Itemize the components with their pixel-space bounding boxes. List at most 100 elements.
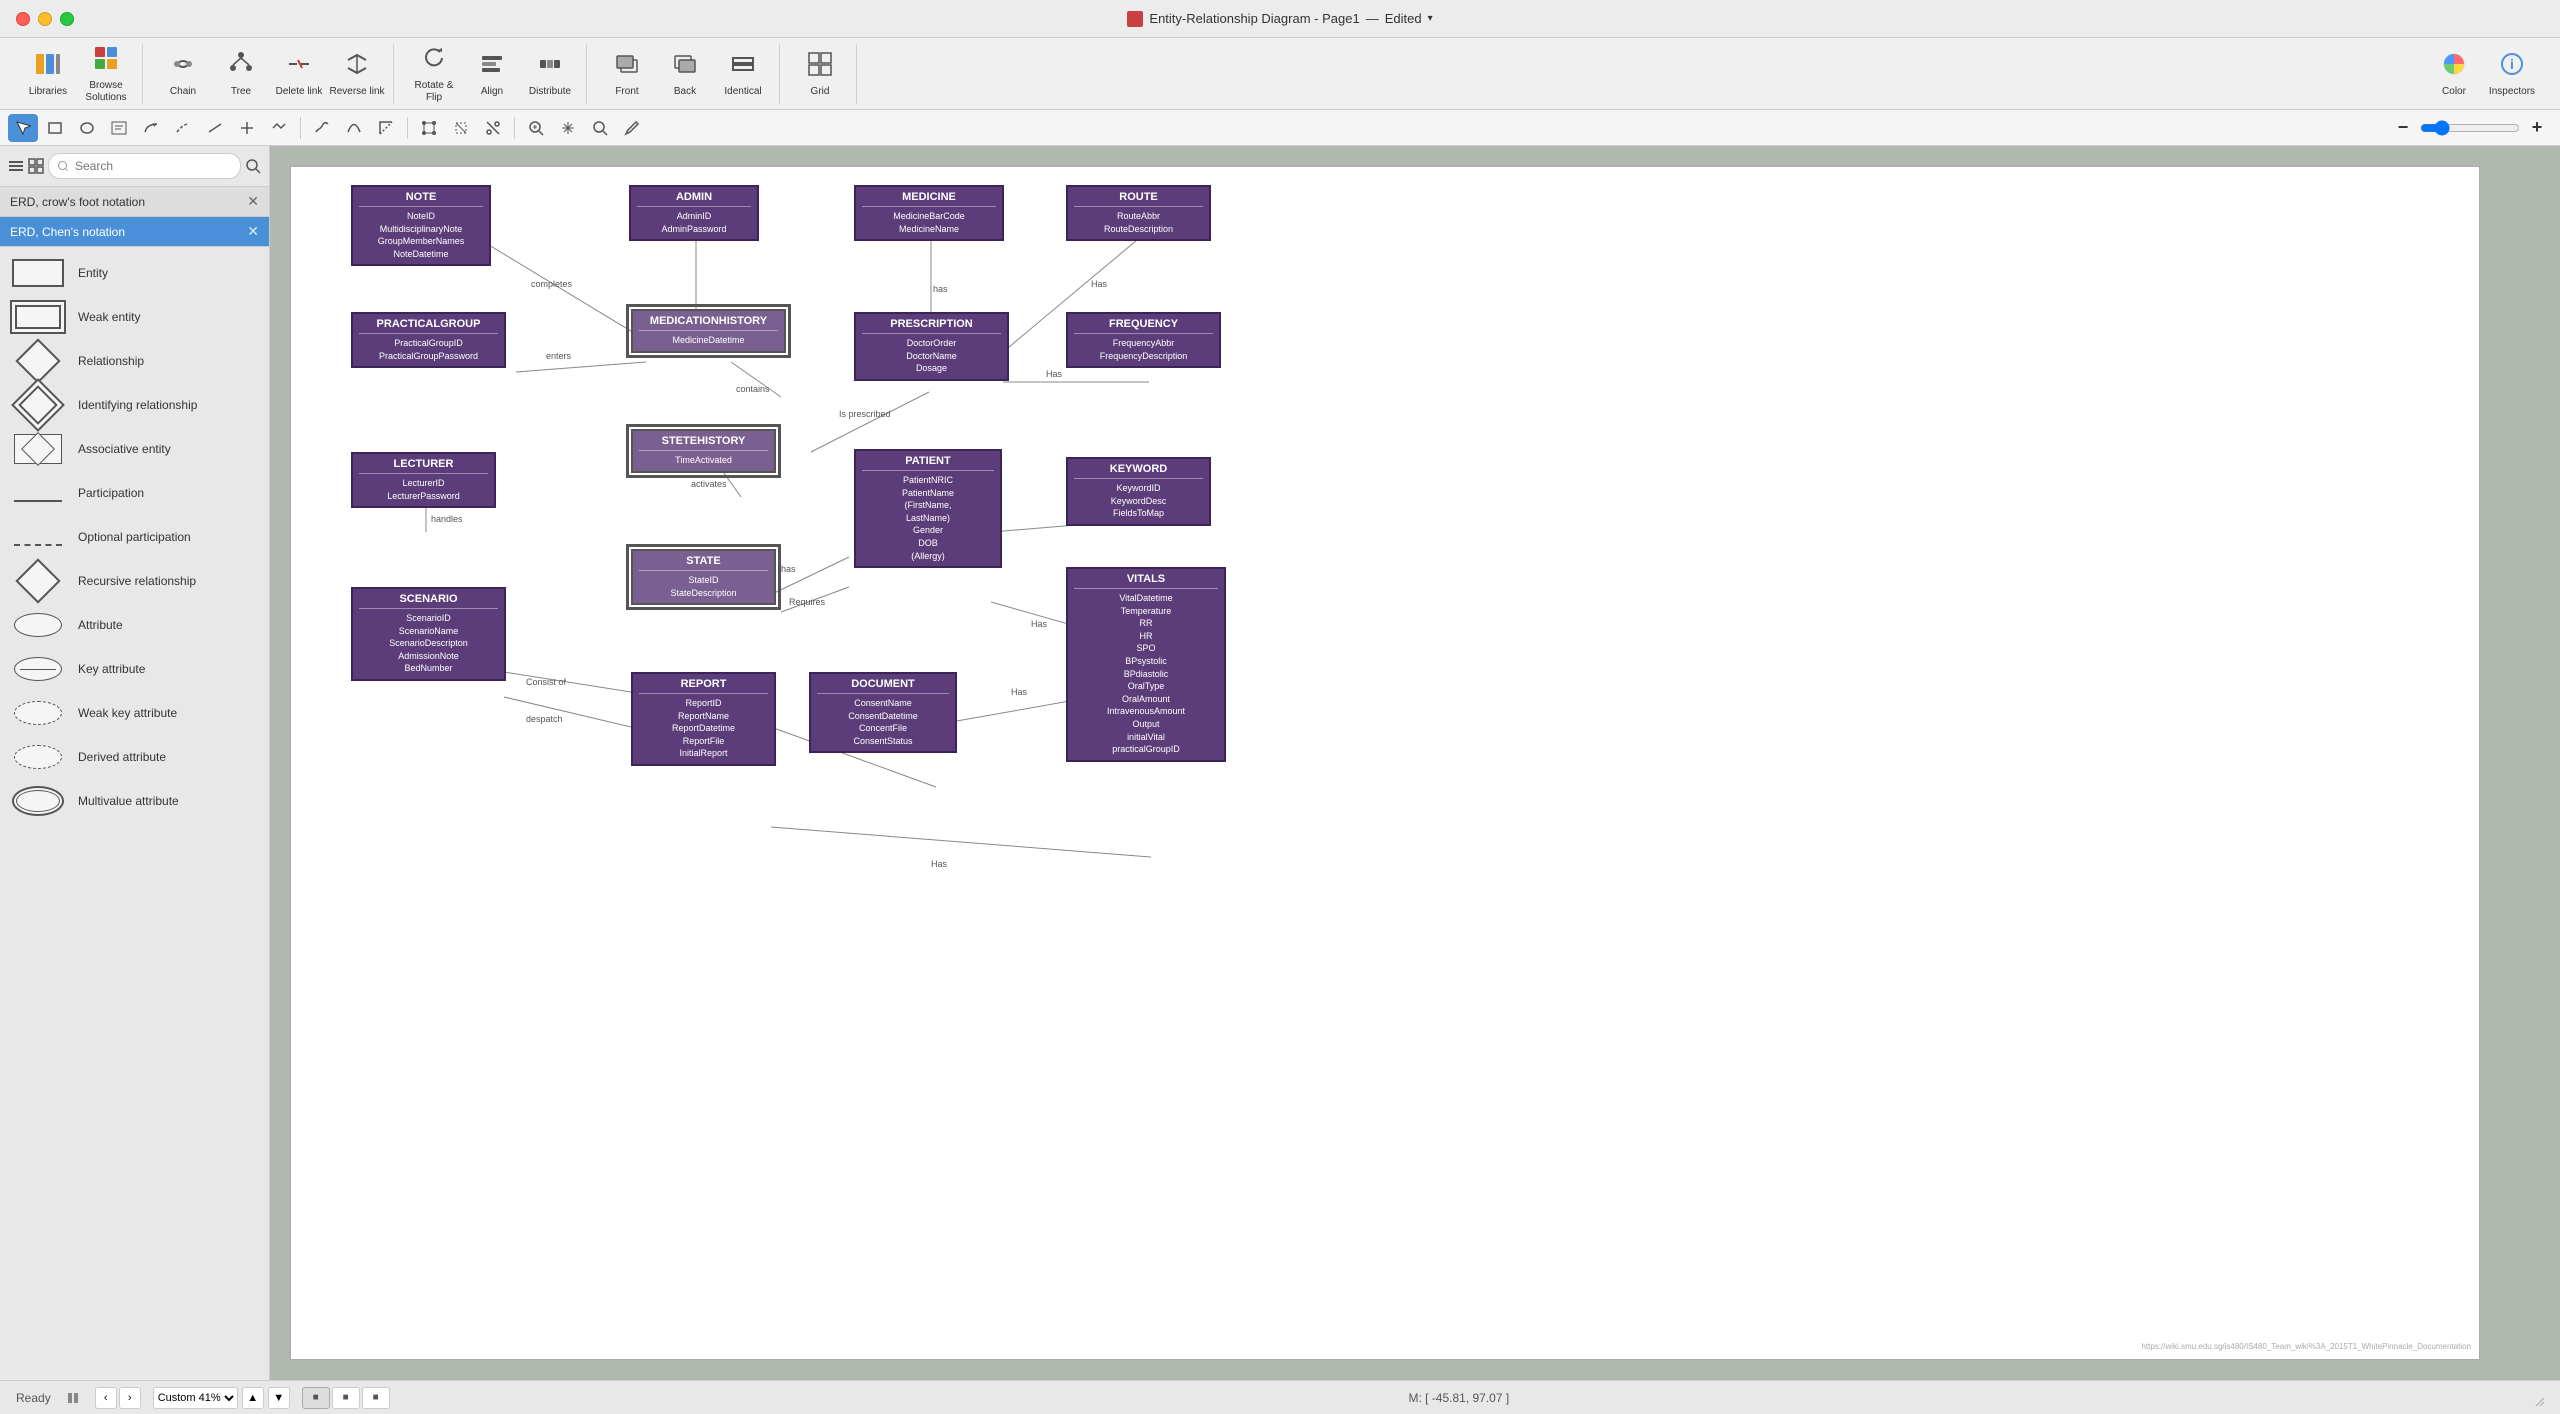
reshape-tool[interactable] — [414, 114, 444, 142]
shape-item-identifying-relationship[interactable]: Identifying relationship — [0, 383, 269, 427]
ready-status: Ready — [16, 1391, 51, 1405]
tools-separator-2 — [407, 117, 408, 139]
entity-route[interactable]: ROUTE RouteAbbrRouteDescription — [1066, 185, 1211, 241]
connector-tool-3[interactable] — [200, 114, 230, 142]
search-button[interactable] — [245, 152, 261, 180]
library-chen-header[interactable]: ERD, Chen's notation ✕ — [0, 217, 269, 247]
tree-button[interactable]: Tree — [213, 44, 269, 104]
back-button[interactable]: Back — [657, 44, 713, 104]
entity-keyword[interactable]: KEYWORD KeywordIDKeywordDescFieldsToMap — [1066, 457, 1211, 526]
sidebar-list-view[interactable] — [8, 152, 24, 180]
identical-icon — [729, 50, 757, 82]
rotate-flip-button[interactable]: Rotate & Flip — [406, 44, 462, 104]
chain-button[interactable]: Chain — [155, 44, 211, 104]
entity-prescription[interactable]: PRESCRIPTION DoctorOrderDoctorNameDosage — [854, 312, 1009, 381]
select-tool[interactable] — [8, 114, 38, 142]
grid-button[interactable]: Grid — [792, 44, 848, 104]
entity-statehistory[interactable]: STETEHISTORY TimeActivated — [631, 429, 776, 473]
entity-state[interactable]: STATE StateIDStateDescription — [631, 549, 776, 605]
identical-button[interactable]: Identical — [715, 44, 771, 104]
arc-tool[interactable] — [371, 114, 401, 142]
delete-link-button[interactable]: Delete link — [271, 44, 327, 104]
pan-tool[interactable] — [553, 114, 583, 142]
connector-tool-2[interactable] — [168, 114, 198, 142]
entity-medicationhistory[interactable]: MEDICATIONHISTORY MedicineDatetime — [631, 309, 786, 353]
optional-participation-label: Optional participation — [78, 530, 191, 544]
shape-item-weak-key-attribute[interactable]: Weak key attribute — [0, 691, 269, 735]
maximize-button[interactable] — [60, 12, 74, 26]
zoom-slider[interactable] — [2420, 114, 2520, 142]
search-input[interactable] — [48, 153, 241, 179]
bezier-tool[interactable] — [339, 114, 369, 142]
pause-button[interactable] — [63, 1388, 83, 1408]
browse-solutions-button[interactable]: Browse Solutions — [78, 44, 134, 104]
align-button[interactable]: Align — [464, 44, 520, 104]
library-chen-close[interactable]: ✕ — [247, 223, 259, 240]
rect-tool[interactable] — [40, 114, 70, 142]
inspectors-button[interactable]: i Inspectors — [2484, 44, 2540, 104]
resize-handle[interactable] — [2528, 1390, 2544, 1406]
entity-note[interactable]: NOTE NoteIDMultidisciplinaryNoteGroupMem… — [351, 185, 491, 266]
shape-item-attribute[interactable]: Attribute — [0, 603, 269, 647]
reverse-link-button[interactable]: Reverse link — [329, 44, 385, 104]
shape-item-key-attribute[interactable]: Key attribute — [0, 647, 269, 691]
library-crowfoot-header[interactable]: ERD, crow's foot notation ✕ — [0, 187, 269, 217]
svg-text:enters: enters — [546, 351, 572, 361]
freehand-tool[interactable] — [307, 114, 337, 142]
entity-frequency[interactable]: FREQUENCY FrequencyAbbrFrequencyDescript… — [1066, 312, 1221, 368]
zoom-down-button[interactable]: ▼ — [268, 1387, 290, 1409]
shape-item-entity[interactable]: Entity — [0, 251, 269, 295]
entity-practicalgroup[interactable]: PRACTICALGROUP PracticalGroupIDPractical… — [351, 312, 506, 368]
entity-vitals[interactable]: VITALS VitalDatetimeTemperatureRRHRSPOBP… — [1066, 567, 1226, 762]
canvas-area[interactable]: completes has Has enters contains Is pre… — [270, 146, 2560, 1380]
shape-item-associative-entity[interactable]: Associative entity — [0, 427, 269, 471]
page-tab-2[interactable]: ■ — [332, 1387, 360, 1409]
zoom-in-tool[interactable] — [521, 114, 551, 142]
connector-tool-4[interactable] — [232, 114, 262, 142]
entity-medicine[interactable]: MEDICINE MedicineBarCodeMedicineName — [854, 185, 1004, 241]
rotate-flip-icon — [420, 44, 448, 76]
zoom-up-button[interactable]: ▲ — [242, 1387, 264, 1409]
sidebar-grid-view[interactable] — [28, 152, 44, 180]
oval-tool[interactable] — [72, 114, 102, 142]
zoom-select[interactable]: Custom 41% 25% 50% 75% 100% 150% 200% — [153, 1387, 238, 1409]
shape-item-derived-attribute[interactable]: Derived attribute — [0, 735, 269, 779]
svg-text:Requires: Requires — [789, 597, 826, 607]
zoom-in-btn[interactable]: + — [2522, 114, 2552, 142]
color-button[interactable]: Color — [2426, 44, 2482, 104]
shape-item-participation[interactable]: Participation — [0, 471, 269, 515]
shape-item-optional-participation[interactable]: Optional participation — [0, 515, 269, 559]
libraries-button[interactable]: Libraries — [20, 44, 76, 104]
multivalue-attribute-preview — [12, 785, 64, 817]
pen-tool[interactable] — [617, 114, 647, 142]
entity-scenario[interactable]: SCENARIO ScenarioIDScenarioNameScenarioD… — [351, 587, 506, 681]
minimize-button[interactable] — [38, 12, 52, 26]
magnify-tool[interactable] — [585, 114, 615, 142]
entity-admin[interactable]: ADMIN AdminIDAdminPassword — [629, 185, 759, 241]
entity-document[interactable]: DOCUMENT ConsentNameConsentDatetimeConce… — [809, 672, 957, 753]
shape-item-weak-entity[interactable]: Weak entity — [0, 295, 269, 339]
front-button[interactable]: Front — [599, 44, 655, 104]
diagram-canvas[interactable]: completes has Has enters contains Is pre… — [290, 166, 2480, 1360]
crop-tool[interactable] — [446, 114, 476, 142]
prev-page-button[interactable]: ‹ — [95, 1387, 117, 1409]
page-tab-3[interactable]: ■ — [362, 1387, 390, 1409]
cut-tool[interactable] — [478, 114, 508, 142]
close-button[interactable] — [16, 12, 30, 26]
shape-item-recursive-relationship[interactable]: Recursive relationship — [0, 559, 269, 603]
connector-tool-5[interactable] — [264, 114, 294, 142]
page-tab-1[interactable]: ■ — [302, 1387, 330, 1409]
text-tool[interactable] — [104, 114, 134, 142]
entity-patient[interactable]: PATIENT PatientNRICPatientName(FirstName… — [854, 449, 1002, 568]
entity-report[interactable]: REPORT ReportIDReportNameReportDatetimeR… — [631, 672, 776, 766]
next-page-button[interactable]: › — [119, 1387, 141, 1409]
zoom-out-btn[interactable]: − — [2388, 114, 2418, 142]
library-crowfoot-close[interactable]: ✕ — [247, 193, 259, 210]
distribute-button[interactable]: Distribute — [522, 44, 578, 104]
entity-lecturer[interactable]: LECTURER LecturerIDLecturerPassword — [351, 452, 496, 508]
svg-text:Has: Has — [1031, 619, 1048, 629]
shape-item-multivalue-attribute[interactable]: Multivalue attribute — [0, 779, 269, 823]
connector-tool-1[interactable] — [136, 114, 166, 142]
weak-key-attribute-label: Weak key attribute — [78, 706, 177, 720]
shape-item-relationship[interactable]: Relationship — [0, 339, 269, 383]
